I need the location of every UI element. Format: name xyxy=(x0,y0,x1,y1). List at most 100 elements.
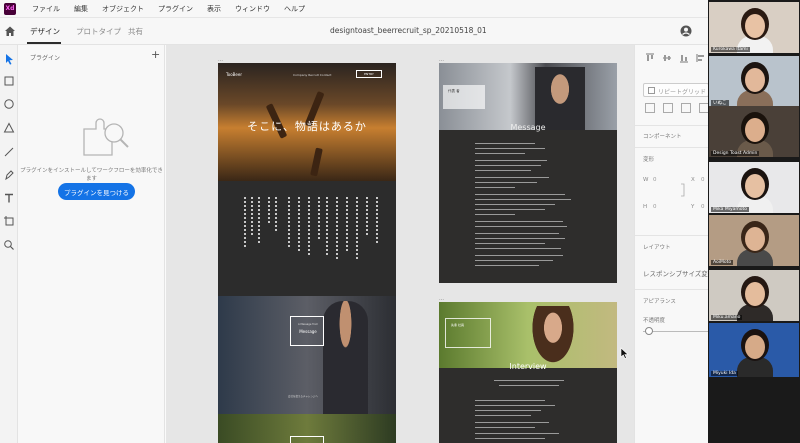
width-field[interactable]: 0 xyxy=(653,177,657,183)
x-label: X xyxy=(691,177,695,183)
tab-prototype[interactable]: プロトタイプ xyxy=(76,26,121,37)
body-text-line xyxy=(475,400,545,401)
home-icon[interactable] xyxy=(3,24,17,38)
tab-share[interactable]: 共有 xyxy=(128,26,143,37)
boolean-intersect-icon[interactable] xyxy=(681,103,691,113)
vertical-text-column xyxy=(244,197,246,247)
design-canvas[interactable]: … TooBeer Company Recruit Contact ENTRY … xyxy=(166,45,634,443)
interview-heading: Interview xyxy=(509,362,547,371)
vertical-text-column xyxy=(318,197,320,241)
body-text-line xyxy=(475,238,565,239)
divider xyxy=(635,235,708,236)
participant-tile[interactable]: Miku.amano xyxy=(709,270,799,321)
participant-tile[interactable]: いぬこ xyxy=(709,56,799,107)
artboard-1[interactable]: TooBeer Company Recruit Contact ENTRY そこ… xyxy=(218,63,396,443)
message-label: Message xyxy=(299,329,317,334)
transform-section-label: 変形 xyxy=(643,157,655,163)
artboard-3-interview[interactable]: 先輩 社員 Interview xyxy=(439,302,617,443)
polygon-tool-icon[interactable] xyxy=(3,122,15,134)
boolean-add-icon[interactable] xyxy=(645,103,655,113)
body-text-line xyxy=(475,427,535,428)
vertical-text-column xyxy=(251,197,253,237)
menu-help[interactable]: ヘルプ xyxy=(284,4,305,14)
participant-tile[interactable]: Miyuki Ida xyxy=(709,323,799,377)
ellipse-tool-icon[interactable] xyxy=(3,98,15,110)
artboard-tool-icon[interactable] xyxy=(3,215,15,227)
y-field[interactable]: 0 xyxy=(701,204,705,210)
y-label: Y xyxy=(691,204,695,210)
divider xyxy=(635,289,708,290)
menu-object[interactable]: オブジェクト xyxy=(102,4,144,14)
body-text-line xyxy=(475,182,537,183)
find-plugins-button[interactable]: プラグインを見つける xyxy=(58,183,135,200)
align-bottom-icon[interactable] xyxy=(679,53,689,63)
vertical-text-column xyxy=(275,197,277,233)
responsive-resize-label[interactable]: レスポンシブサイズ変更 xyxy=(643,268,708,278)
body-text-line xyxy=(475,433,559,434)
vertical-text-column xyxy=(258,197,260,245)
vertical-text-column xyxy=(308,197,310,255)
menu-file[interactable]: ファイル xyxy=(32,4,60,14)
boolean-exclude-icon[interactable] xyxy=(699,103,708,113)
body-text-line xyxy=(475,153,525,154)
divider xyxy=(635,125,708,126)
height-field[interactable]: 0 xyxy=(653,204,657,210)
body-text-line xyxy=(475,255,563,256)
video-call-participants: Kurokawa Itami いぬこ Design Toast Admin Mi… xyxy=(708,0,800,443)
line-tool-icon[interactable] xyxy=(3,146,15,158)
align-middle-icon[interactable] xyxy=(662,53,672,63)
participant-tile[interactable]: Mika Miyamoto xyxy=(709,162,799,213)
property-inspector: リピートグリッド コンポーネント 変形 W 0 X 0 H 0 Y 0 レイアウ… xyxy=(634,45,708,443)
boolean-subtract-icon[interactable] xyxy=(663,103,673,113)
x-field[interactable]: 0 xyxy=(701,177,705,183)
body-text-line xyxy=(475,248,561,249)
interview-header-photo: 先輩 社員 xyxy=(439,302,617,368)
repeat-grid-label: リピートグリッド xyxy=(658,89,707,96)
plugins-panel: プラグイン + プラグインをインストールしてワークフローを効率化できます プラグ… xyxy=(18,45,165,443)
opacity-slider-handle[interactable] xyxy=(645,327,653,335)
artboard-2-message[interactable]: 代表 者 Message xyxy=(439,63,617,283)
width-label: W xyxy=(643,177,649,183)
menu-edit[interactable]: 編集 xyxy=(74,4,88,14)
document-title: designtoast_beerrecruit_sp_20210518_01 xyxy=(330,26,487,35)
align-top-icon[interactable] xyxy=(645,53,655,63)
menu-window[interactable]: ウィンドウ xyxy=(235,4,270,14)
menu-plugins[interactable]: プラグイン xyxy=(158,4,193,14)
participant-tile[interactable]: Design Toast Admin xyxy=(709,106,799,157)
vertical-text-column xyxy=(356,197,358,261)
zoom-tool-icon[interactable] xyxy=(3,239,15,251)
body-text-line xyxy=(475,160,547,161)
text-tool-icon[interactable] xyxy=(3,192,15,204)
participant-name: AoiMoto xyxy=(711,260,734,265)
participant-name: Miku.amano xyxy=(711,315,743,320)
participant-name: Kurokawa Itami xyxy=(711,47,750,52)
repeat-grid-button[interactable]: リピートグリッド xyxy=(643,83,708,97)
participant-face xyxy=(745,118,765,142)
body-text-line xyxy=(475,177,549,178)
component-section-label: コンポーネント xyxy=(643,134,682,140)
participant-face xyxy=(745,335,765,359)
plugins-panel-title: プラグイン xyxy=(30,55,61,62)
body-text-line xyxy=(475,438,545,439)
participant-tile[interactable]: AoiMoto xyxy=(709,215,799,266)
tab-design[interactable]: デザイン xyxy=(30,26,60,37)
participant-tile[interactable]: Kurokawa Itami xyxy=(709,2,799,53)
menubar: Xd ファイル 編集 オブジェクト プラグイン 表示 ウィンドウ ヘルプ xyxy=(0,0,708,18)
vertical-text-column xyxy=(336,197,338,259)
align-left-icon[interactable] xyxy=(696,53,706,63)
body-text-line xyxy=(475,260,553,261)
pen-tool-icon[interactable] xyxy=(3,169,15,181)
body-text-line xyxy=(475,422,549,423)
menu-view[interactable]: 表示 xyxy=(207,4,221,14)
lock-aspect-icon[interactable] xyxy=(679,183,687,197)
next-section-photo xyxy=(218,414,396,443)
participant-face xyxy=(745,174,765,198)
body-text-line xyxy=(499,385,559,386)
message-photo-section: A Message from Message 会社を変えるチャレンジへ xyxy=(218,296,396,414)
add-plugin-icon[interactable]: + xyxy=(151,48,160,61)
select-tool-icon[interactable] xyxy=(3,53,15,65)
account-icon[interactable] xyxy=(680,25,692,37)
body-text-line xyxy=(475,148,545,149)
rectangle-tool-icon[interactable] xyxy=(3,75,15,87)
participant-face xyxy=(745,68,765,92)
